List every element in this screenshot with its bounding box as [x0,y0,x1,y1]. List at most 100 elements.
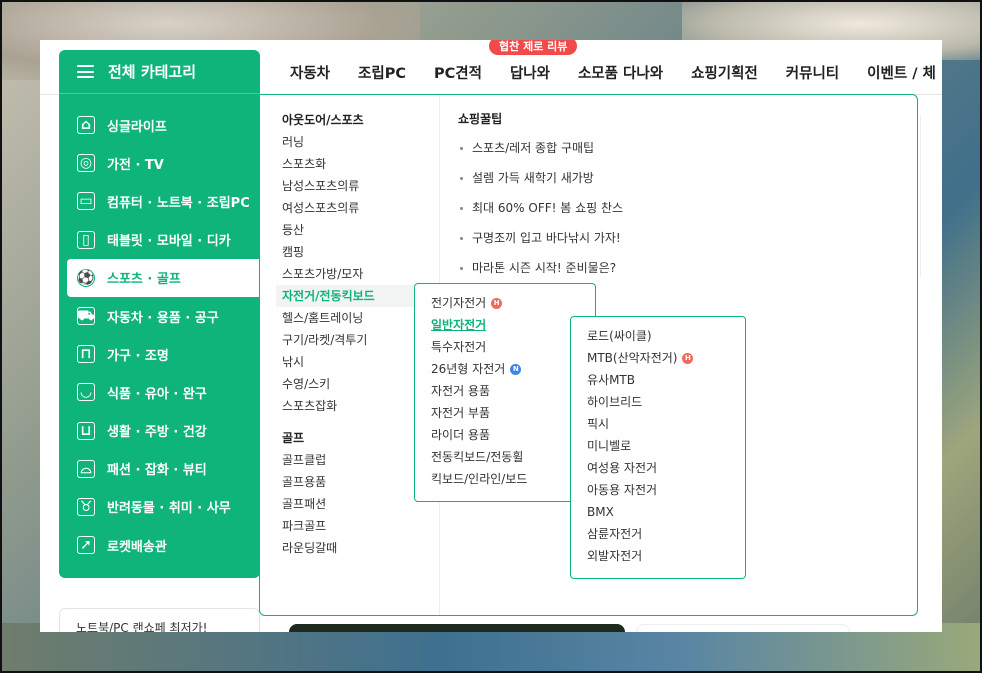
shopping-tip-link[interactable]: 스포츠/레저 종합 구매팁 [458,133,898,163]
promo-box[interactable]: 노트북/PC 랜쇼페 최저가! [59,608,260,632]
popup-item[interactable]: 로드(싸이클) [571,325,745,347]
nav-item[interactable]: 자동차 [290,62,330,83]
subcategory-item[interactable]: 낚시 [260,351,439,373]
golf-section-title[interactable]: 골프 [260,427,439,449]
nav-item[interactable]: PC견적 [434,62,482,83]
popup-item-label: 라이더 용품 [431,428,491,442]
outdoor-section-title[interactable]: 아웃도어/스포츠 [260,109,439,131]
subcategory-item[interactable]: 남성스포츠의류 [260,175,439,197]
category-item[interactable]: ⌓ 패션 · 잡화 · 뷰티 [59,450,260,488]
category-title: 전체 카테고리 [108,63,197,81]
category-item-label: 자동차 · 용품 · 공구 [107,310,219,326]
shopping-tips-title: 쇼핑꿀팁 [458,112,503,126]
category-item[interactable]: ⊔ 생활 · 주방 · 건강 [59,412,260,450]
golf-subcategory-item[interactable]: 골프용품 [260,471,439,493]
washer-icon: ◎ [77,154,95,173]
bike-subcategory-popup: 전기자전거 H 일반자전거특수자전거 26년형 자전거 N 자전거 용품자전거 부품라이더… [414,283,596,502]
subcategory-item[interactable]: 러닝 [260,131,439,153]
golf-subcategory-item[interactable]: 골프패션 [260,493,439,515]
category-item[interactable]: ◎ 가전 · TV [59,144,260,182]
subcategory-item[interactable]: 스포츠가방/모자 [260,263,439,285]
main-nav: 자동차 조립PC PC견적 답나와 소모품 다나와 쇼핑기획전 커뮤니티 이벤트 / 체 [276,54,942,90]
shopping-tip-link[interactable]: 마라톤 시즌 시작! 준비물은? [458,253,898,283]
popup-item-label: 자전거 용품 [431,384,491,398]
subcategory-column: 아웃도어/스포츠 러닝 스포츠화 남성스포츠의류 여성스포츠의류 등산 캠핑 스포츠가방/모… [260,95,440,615]
popup-item[interactable]: 유사MTB [571,369,745,391]
nav-item[interactable]: 쇼핑기획전 [691,62,758,83]
popup-item[interactable]: 26년형 자전거 N [415,358,595,380]
category-item[interactable]: ⛟ 자동차 · 용품 · 공구 [59,297,260,335]
popup-item-label: 자전거 부품 [431,406,491,420]
laptop-icon: ▭ [77,192,95,211]
dog-icon: ♉ [77,497,95,516]
subcategory-item[interactable]: 여성스포츠의류 [260,197,439,219]
popup-item-label: MTB(산악자전거) [587,351,678,365]
popup-item-label: 26년형 자전거 [431,362,506,376]
golf-subcategory-item[interactable]: 골프클럽 [260,449,439,471]
category-item-label: 생활 · 주방 · 건강 [107,425,207,441]
car-icon: ⛟ [77,307,95,326]
popup-item[interactable]: BMX [571,501,745,523]
nav-item[interactable]: 커뮤니티 [786,62,839,83]
subcategory-item[interactable]: 등산 [260,219,439,241]
popup-item[interactable]: 여성용 자전거 [571,457,745,479]
nav-item[interactable]: 이벤트 / 체 [867,62,936,83]
subcategory-item[interactable]: 스포츠화 [260,153,439,175]
popup-item-label: 로드(싸이클) [587,329,652,343]
category-item[interactable]: ⌂ 싱글라이프 [59,106,260,144]
popup-item[interactable]: 미니벨로 [571,435,745,457]
popup-item-label: 하이브리드 [587,395,643,409]
popup-item[interactable]: 외발자전거 [571,545,745,567]
popup-item-label: 여성용 자전거 [587,461,658,475]
category-item[interactable]: ▯ 태블릿 · 모바일 · 디카 [59,221,260,259]
popup-item[interactable]: 자전거 용품 [415,380,595,402]
golf-subcategory-item[interactable]: 파크골프 [260,515,439,537]
popup-item-label: 전동킥보드/전동휠 [431,450,524,464]
popup-item[interactable]: MTB(산악자전거) H [571,347,745,369]
category-item-label: 식품 · 유아 · 완구 [107,386,207,402]
category-item[interactable]: ⚽ 스포츠 · 골프 [67,258,268,297]
popup-item-label: 특수자전거 [431,340,487,354]
promo-banner[interactable] [289,624,625,632]
home-icon: ⌂ [77,116,95,135]
general-bike-popup: 로드(싸이클) MTB(산악자전거) H 유사MTB 하이브리드픽시 미니벨로여성용 자전… [570,316,746,579]
shopping-tip-link[interactable]: 구명조끼 입고 바다낚시 가자! [458,223,898,253]
category-item-label: 스포츠 · 골프 [107,272,181,288]
subcategory-item[interactable]: 캠핑 [260,241,439,263]
popup-item[interactable]: 킥보드/인라인/보드 [415,468,595,490]
hot-badge-icon: H [682,352,694,364]
category-item[interactable]: ➚ 로켓배송관 [59,526,260,564]
sneaker-icon: ⌓ [77,459,95,478]
nav-item[interactable]: 답나와 [510,62,550,83]
popup-item[interactable]: 하이브리드 [571,391,745,413]
subcategory-item[interactable]: 헬스/홈트레이닝 [260,307,439,329]
category-item[interactable]: ♉ 반려동물 · 취미 · 사무 [59,488,260,526]
popup-item[interactable]: 전동킥보드/전동휠 [415,446,595,468]
subcategory-item[interactable]: 스포츠잡화 [260,395,439,417]
background-content [920,116,942,276]
popup-item[interactable]: 삼륜자전거 [571,523,745,545]
popup-item[interactable]: 자전거 부품 [415,402,595,424]
shopping-tip-link[interactable]: 설렘 가득 새학기 새가방 [458,163,898,193]
nav-item[interactable]: 소모품 다나와 [578,62,663,83]
subcategory-item[interactable]: 구기/라켓/격투기 [260,329,439,351]
popup-item[interactable]: 전기자전거 H [415,292,595,314]
nav-item[interactable]: 조립PC [358,62,406,83]
category-item-label: 반려동물 · 취미 · 사무 [107,501,231,517]
hamburger-menu-icon [77,65,94,78]
category-item[interactable]: ◡ 식품 · 유아 · 완구 [59,373,260,411]
golf-subcategory-item[interactable]: 라운딩갈때 [260,537,439,559]
popup-item[interactable]: 특수자전거 [415,336,595,358]
popup-item[interactable]: 라이더 용품 [415,424,595,446]
category-item[interactable]: ⊓ 가구 · 조명 [59,335,260,373]
popup-item[interactable]: 일반자전거 [415,314,595,336]
popup-item[interactable]: 아동용 자전거 [571,479,745,501]
popup-item[interactable]: 픽시 [571,413,745,435]
category-header[interactable]: 전체 카테고리 [59,50,260,94]
popup-item-label: 아동용 자전거 [587,483,658,497]
shopping-tip-link[interactable]: 최대 60% OFF! 봄 쇼핑 찬스 [458,193,898,223]
category-item[interactable]: ▭ 컴퓨터 · 노트북 · 조립PC [59,182,260,220]
subcategory-item[interactable]: 수영/스키 [260,373,439,395]
promo-card[interactable] [636,624,850,632]
category-panel: 전체 카테고리 ⌂ 싱글라이프 ◎ 가전 · TV ▭ 컴퓨터 · 노트북 · 조립PC ▯… [59,50,268,578]
